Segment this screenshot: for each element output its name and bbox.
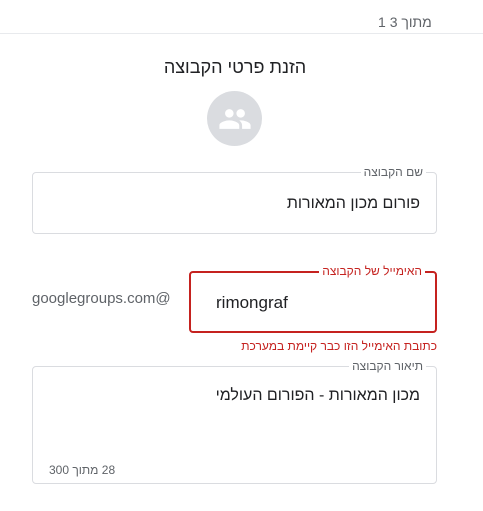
group-name-input[interactable]: פורום מכון המאורות — [287, 195, 420, 213]
group-email-label: האימייל של הקבוצה — [319, 264, 425, 278]
group-description-field[interactable]: תיאור הקבוצה מכון המאורות - הפורום העולמ… — [32, 359, 437, 484]
email-domain-suffix: googlegroups.com@ — [32, 290, 171, 307]
group-email-input[interactable]: rimongraf — [216, 293, 288, 313]
group-name-label: שם הקבוצה — [360, 165, 426, 179]
group-name-field[interactable]: שם הקבוצה פורום מכון המאורות — [32, 165, 437, 234]
group-description-label: תיאור הקבוצה — [349, 359, 426, 373]
create-group-dialog: 1 מתוך 3 הזנת פרטי הקבוצה שם הקבוצה פורו… — [0, 0, 483, 511]
email-error-message: כתובת האימייל הזו כבר קיימת במערכת — [241, 339, 437, 353]
group-icon — [218, 108, 251, 129]
group-email-field[interactable]: האימייל של הקבוצה rimongraf — [189, 264, 437, 333]
top-divider — [0, 33, 483, 34]
group-description-input[interactable]: מכון המאורות - הפורום העולמי — [216, 387, 420, 405]
character-counter: 28 מתוך 300 — [49, 463, 116, 477]
page-title: הזנת פרטי הקבוצה — [163, 57, 307, 77]
step-indicator: 1 מתוך 3 — [378, 14, 432, 30]
group-avatar[interactable] — [207, 91, 262, 146]
